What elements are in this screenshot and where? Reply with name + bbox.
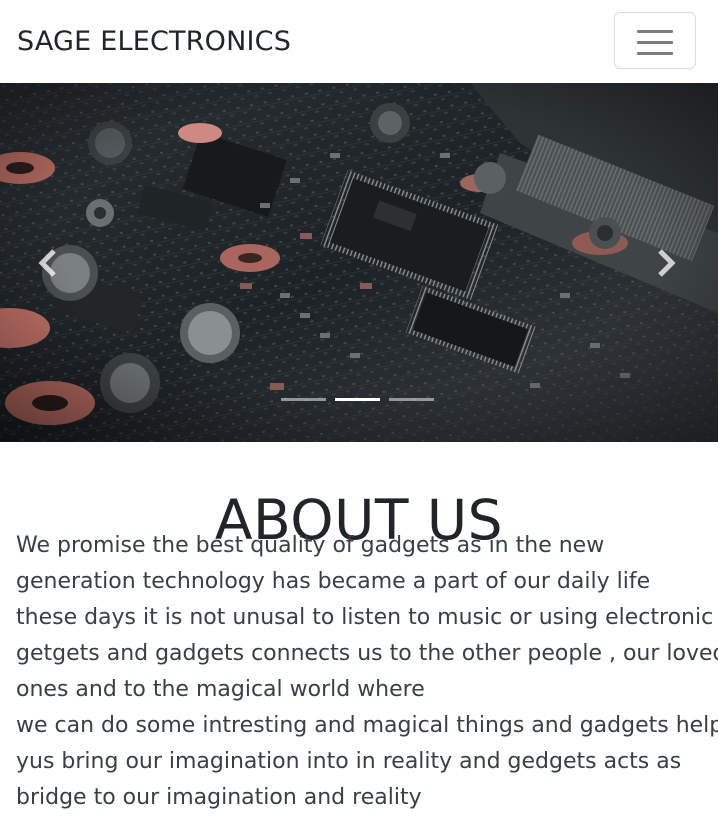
about-line: ones and to the magical world where xyxy=(16,677,425,702)
carousel-indicator[interactable] xyxy=(281,398,326,401)
about-line: bridge to our imagination and reality xyxy=(16,785,422,810)
about-line: generation technology has became a part … xyxy=(16,569,651,594)
image-carousel xyxy=(0,83,718,442)
carousel-indicator[interactable] xyxy=(389,398,434,401)
hamburger-menu-icon xyxy=(637,28,675,56)
about-line: we can do some intresting and magical th… xyxy=(16,713,718,738)
about-paragraph: We promise the best quality of gadgets a… xyxy=(16,528,718,816)
navbar-toggler-button[interactable] xyxy=(614,12,696,69)
chevron-right-icon xyxy=(658,249,676,277)
carousel-indicators xyxy=(281,398,441,404)
chevron-left-icon xyxy=(38,249,56,277)
navbar: SAGE ELECTRONICS xyxy=(0,0,718,83)
carousel-prev-button[interactable] xyxy=(28,243,68,283)
carousel-next-button[interactable] xyxy=(646,243,686,283)
carousel-indicator-active[interactable] xyxy=(335,398,380,401)
circuit-board-image xyxy=(0,83,718,442)
about-line: these days it is not unusal to listen to… xyxy=(16,605,714,630)
about-line: We promise the best quality of gadgets a… xyxy=(16,533,605,558)
about-line: yus bring our imagination into in realit… xyxy=(16,749,682,774)
about-line: getgets and gadgets connects us to the o… xyxy=(16,641,718,666)
brand-link[interactable]: SAGE ELECTRONICS xyxy=(17,24,291,60)
